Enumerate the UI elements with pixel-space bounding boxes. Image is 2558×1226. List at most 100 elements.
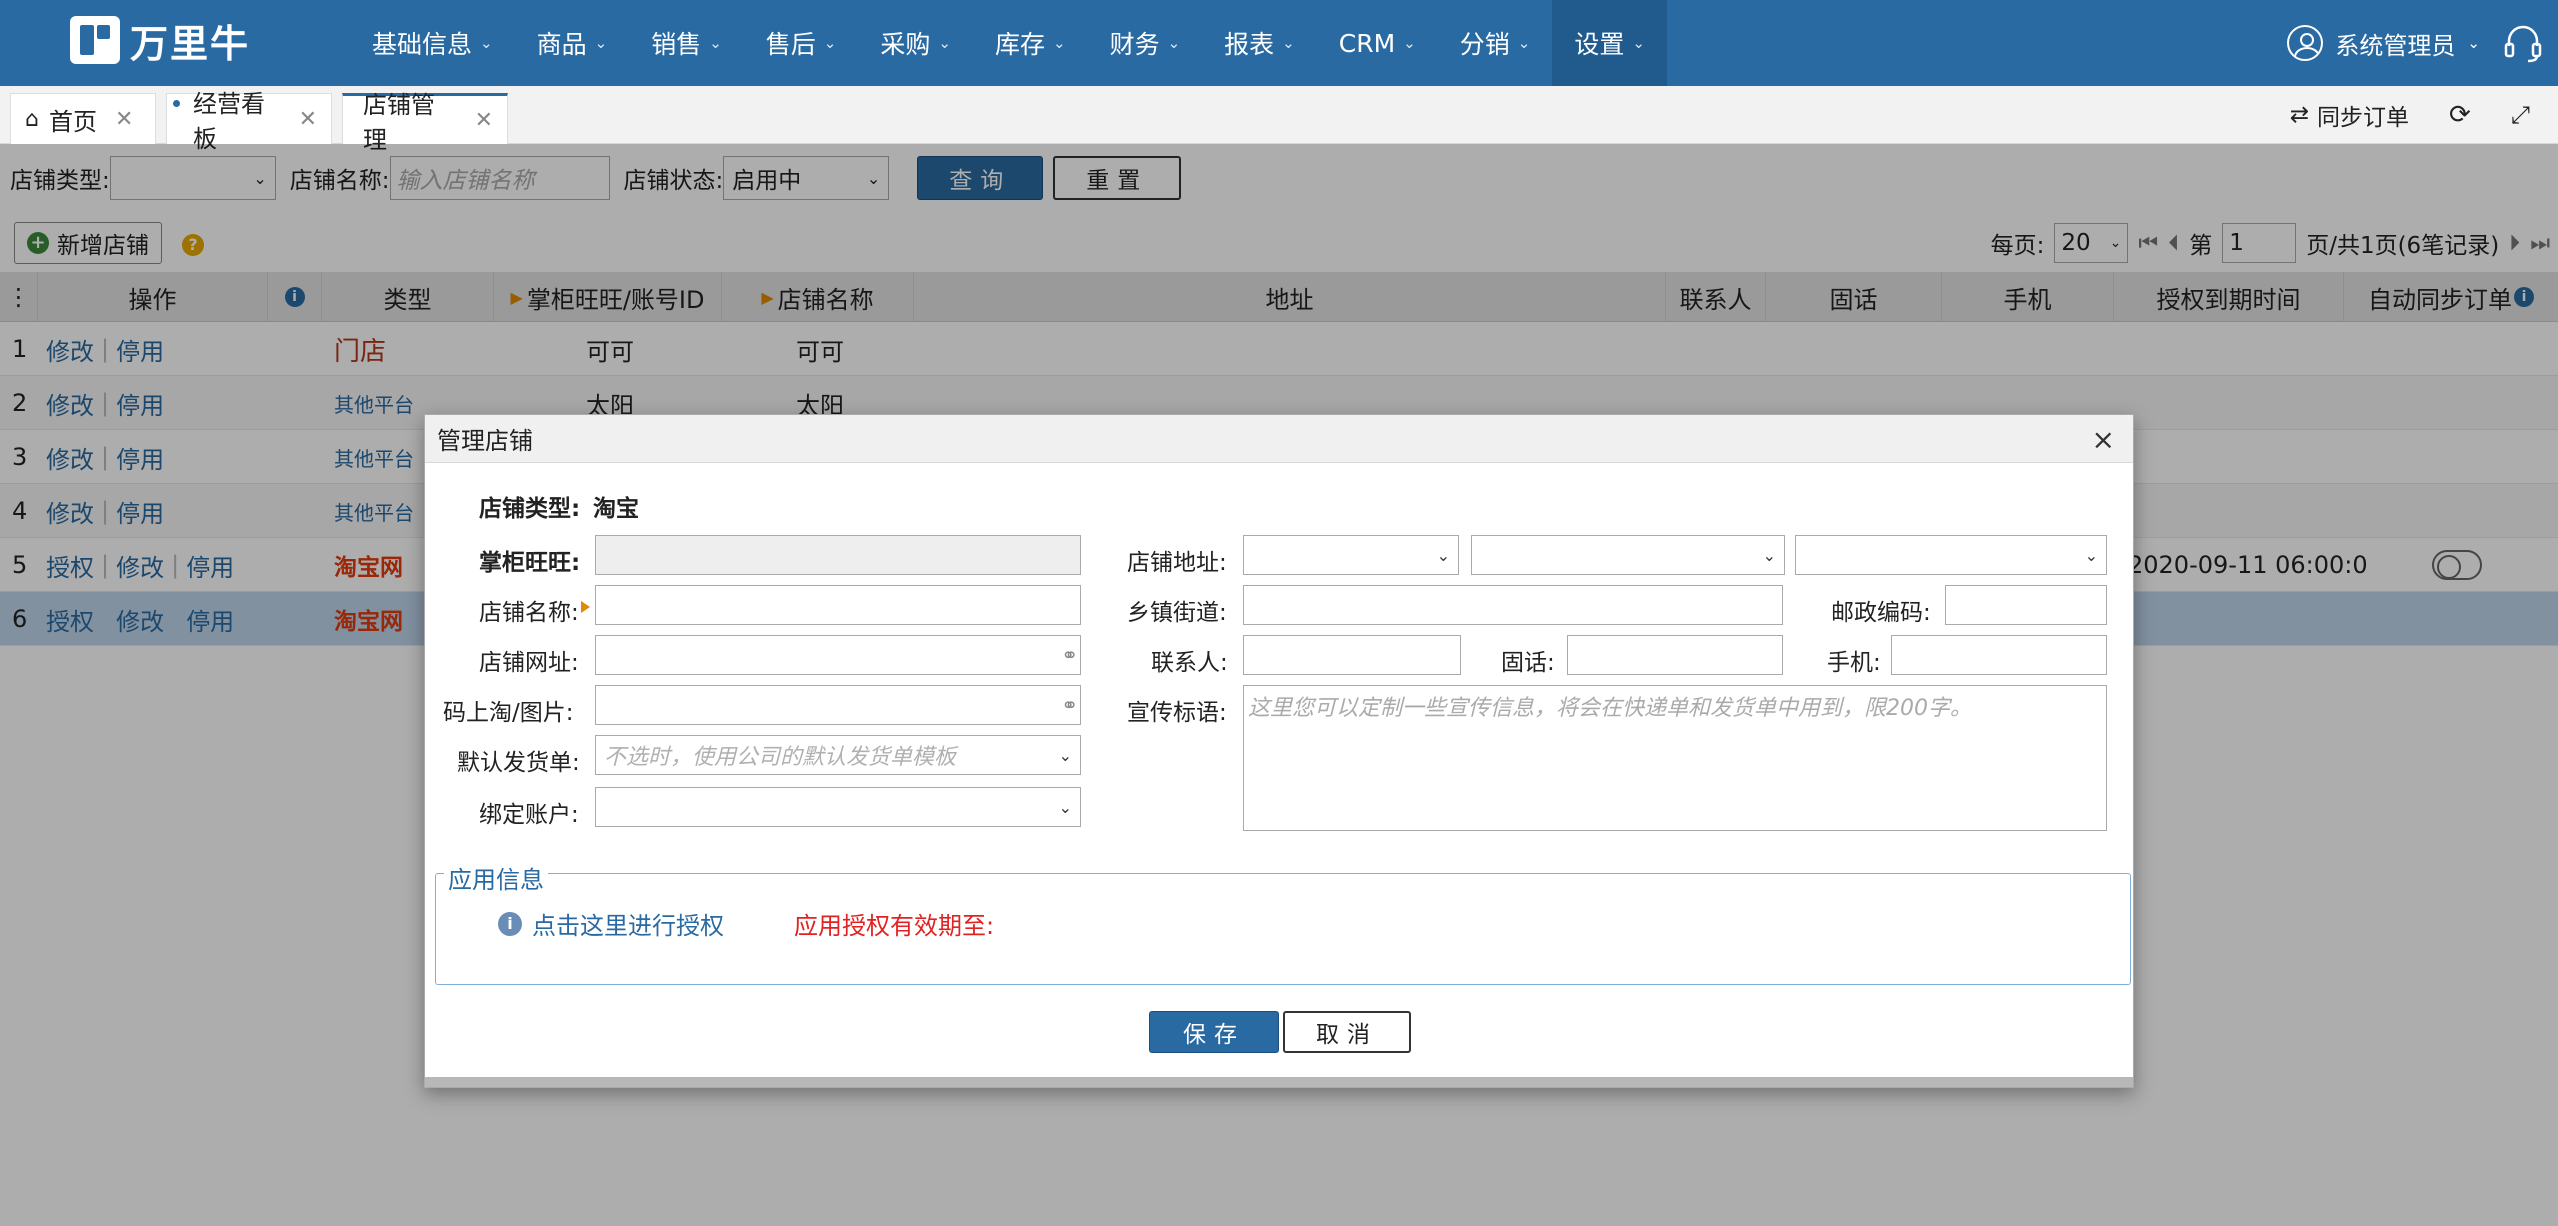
postcode-input[interactable] bbox=[1945, 585, 2107, 625]
info-icon: i bbox=[498, 911, 522, 936]
chevron-down-icon: ⌄ bbox=[1436, 545, 1450, 565]
tab-home[interactable]: ⌂ 首页 ✕ bbox=[10, 93, 156, 144]
menu-reports[interactable]: 报表 ⌄ bbox=[1202, 0, 1317, 86]
logo[interactable]: 万里牛 bbox=[70, 16, 250, 66]
chevron-down-icon: ⌄ bbox=[1632, 34, 1645, 52]
menu-finance[interactable]: 财务 ⌄ bbox=[1088, 0, 1203, 86]
default-waybill-select[interactable]: 不选时，使用公司的默认发货单模板 ⌄ bbox=[595, 735, 1081, 775]
menu-purchase[interactable]: 采购 ⌄ bbox=[858, 0, 973, 86]
save-button[interactable]: 保存 bbox=[1149, 1011, 1279, 1053]
bind-account-label: 绑定账户: bbox=[479, 802, 579, 828]
chevron-down-icon: ⌄ bbox=[1167, 34, 1181, 52]
chevron-down-icon: ⌄ bbox=[1058, 745, 1072, 765]
user-avatar-icon bbox=[2287, 25, 2324, 61]
menu-label: 财务 bbox=[1109, 30, 1160, 59]
close-icon[interactable]: ✕ bbox=[115, 107, 133, 132]
swap-icon: ⇄ bbox=[2289, 102, 2309, 128]
menu-label: 商品 bbox=[536, 30, 587, 59]
app-info-legend: 应用信息 bbox=[444, 860, 548, 895]
manage-store-dialog: 管理店铺 × 店铺类型: 淘宝 掌柜旺旺: 店铺名称: 店铺网址: ⚭ 码上淘/… bbox=[424, 414, 2134, 1088]
slogan-placeholder: 这里您可以定制一些宣传信息，将会在快递单和发货单中用到，限200字。 bbox=[1248, 696, 1972, 721]
chevron-down-icon: ⌄ bbox=[2084, 545, 2098, 565]
top-nav: 万里牛 基础信息 ⌄ 商品 ⌄ 销售 ⌄ 售后 ⌄ 采购 ⌄ 库存 ⌄ 财务 ⌄ 报表 ⌄ CR… bbox=[0, 0, 2558, 86]
dialog-title: 管理店铺 bbox=[437, 427, 533, 455]
headset-icon[interactable] bbox=[2502, 22, 2544, 64]
qr-label: 码上淘/图片: bbox=[443, 700, 574, 726]
contact-input[interactable] bbox=[1243, 635, 1461, 675]
default-waybill-label: 默认发货单: bbox=[457, 750, 580, 776]
sync-orders-button[interactable]: ⇄ 同步订单 bbox=[2290, 98, 2409, 132]
chevron-down-icon: ⌄ bbox=[1403, 34, 1416, 52]
street-input[interactable] bbox=[1243, 585, 1783, 625]
refresh-icon[interactable]: ⟳ bbox=[2449, 100, 2471, 130]
app-info-section: 应用信息 i 点击这里进行授权 应用授权有效期至: bbox=[435, 860, 2131, 985]
required-icon bbox=[581, 601, 590, 613]
store-name-label: 店铺名称: bbox=[479, 600, 579, 626]
tab-label: 首页 bbox=[48, 107, 97, 136]
store-name-input[interactable] bbox=[595, 585, 1081, 625]
menu-label: 售后 bbox=[765, 30, 816, 59]
chevron-down-icon: ⌄ bbox=[1058, 797, 1072, 817]
menu-label: 采购 bbox=[880, 30, 931, 59]
mobile-input[interactable] bbox=[1891, 635, 2107, 675]
menu-label: 基础信息 bbox=[372, 30, 473, 59]
province-select[interactable]: ⌄ bbox=[1243, 535, 1459, 575]
menu-label: 设置 bbox=[1574, 30, 1625, 59]
chevron-down-icon: ⌄ bbox=[823, 34, 837, 52]
bind-account-select[interactable]: ⌄ bbox=[595, 787, 1081, 827]
cancel-button[interactable]: 取消 bbox=[1283, 1011, 1411, 1053]
user-menu[interactable]: 系统管理员 ⌄ bbox=[2287, 0, 2480, 86]
chevron-down-icon: ⌄ bbox=[2467, 34, 2480, 52]
fullscreen-icon[interactable]: ⤢ bbox=[2511, 101, 2530, 129]
district-select[interactable]: ⌄ bbox=[1795, 535, 2107, 575]
menu-sales[interactable]: 销售 ⌄ bbox=[629, 0, 744, 86]
menu-distribution[interactable]: 分销 ⌄ bbox=[1438, 0, 1553, 86]
tab-dashboard[interactable]: 经营看板 ✕ bbox=[166, 90, 332, 153]
default-waybill-placeholder: 不选时，使用公司的默认发货单模板 bbox=[604, 745, 957, 770]
qr-input[interactable]: ⚭ bbox=[595, 685, 1081, 725]
unread-dot bbox=[173, 100, 180, 107]
tab-bar: ⌂ 首页 ✕ 经营看板 ✕ 店铺管理 ✕ bbox=[0, 86, 2558, 154]
wangwang-label: 掌柜旺旺: bbox=[479, 550, 581, 576]
store-type-value: 淘宝 bbox=[593, 496, 639, 522]
home-icon: ⌂ bbox=[25, 106, 39, 132]
chevron-down-icon: ⌄ bbox=[938, 34, 951, 52]
menu-inventory[interactable]: 库存 ⌄ bbox=[973, 0, 1088, 86]
chevron-down-icon: ⌄ bbox=[1762, 545, 1776, 565]
chevron-down-icon: ⌄ bbox=[1282, 34, 1295, 52]
close-icon[interactable]: × bbox=[2092, 423, 2115, 456]
chevron-down-icon: ⌄ bbox=[594, 34, 608, 52]
wangwang-input bbox=[595, 535, 1081, 575]
authorize-link[interactable]: i 点击这里进行授权 bbox=[498, 906, 724, 941]
street-label: 乡镇街道: bbox=[1127, 600, 1227, 626]
phone-label: 固话: bbox=[1501, 650, 1555, 676]
close-icon[interactable]: ✕ bbox=[475, 108, 493, 133]
auth-expiry-label: 应用授权有效期至: bbox=[794, 912, 995, 940]
logo-icon bbox=[70, 16, 120, 64]
city-select[interactable]: ⌄ bbox=[1471, 535, 1785, 575]
chevron-down-icon: ⌄ bbox=[480, 34, 493, 52]
chevron-down-icon: ⌄ bbox=[1517, 34, 1531, 52]
main-menu: 基础信息 ⌄ 商品 ⌄ 销售 ⌄ 售后 ⌄ 采购 ⌄ 库存 ⌄ 财务 ⌄ 报表 ⌄ CRM ⌄ 分… bbox=[350, 0, 1667, 86]
address-label: 店铺地址: bbox=[1127, 550, 1227, 576]
menu-crm[interactable]: CRM ⌄ bbox=[1317, 0, 1438, 86]
close-icon[interactable]: ✕ bbox=[299, 107, 317, 132]
chevron-down-icon: ⌄ bbox=[1052, 34, 1066, 52]
phone-input[interactable] bbox=[1567, 635, 1783, 675]
menu-label: 报表 bbox=[1224, 30, 1275, 59]
menu-products[interactable]: 商品 ⌄ bbox=[515, 0, 630, 86]
tab-store-management[interactable]: 店铺管理 ✕ bbox=[342, 91, 508, 154]
link-icon[interactable]: ⚭ bbox=[1061, 643, 1078, 667]
mobile-label: 手机: bbox=[1827, 650, 1881, 676]
menu-settings[interactable]: 设置 ⌄ bbox=[1552, 0, 1667, 86]
menu-after-sales[interactable]: 售后 ⌄ bbox=[744, 0, 859, 86]
tab-actions: ⇄ 同步订单 ⟳ ⤢ bbox=[2290, 86, 2558, 144]
menu-label: CRM bbox=[1338, 28, 1396, 58]
postcode-label: 邮政编码: bbox=[1831, 600, 1931, 626]
slogan-textarea[interactable]: 这里您可以定制一些宣传信息，将会在快递单和发货单中用到，限200字。 bbox=[1243, 685, 2107, 831]
menu-label: 库存 bbox=[994, 30, 1045, 59]
menu-basic-info[interactable]: 基础信息 ⌄ bbox=[350, 0, 515, 86]
link-icon[interactable]: ⚭ bbox=[1061, 693, 1078, 717]
store-type-label: 店铺类型: bbox=[479, 496, 581, 522]
store-url-input[interactable]: ⚭ bbox=[595, 635, 1081, 675]
